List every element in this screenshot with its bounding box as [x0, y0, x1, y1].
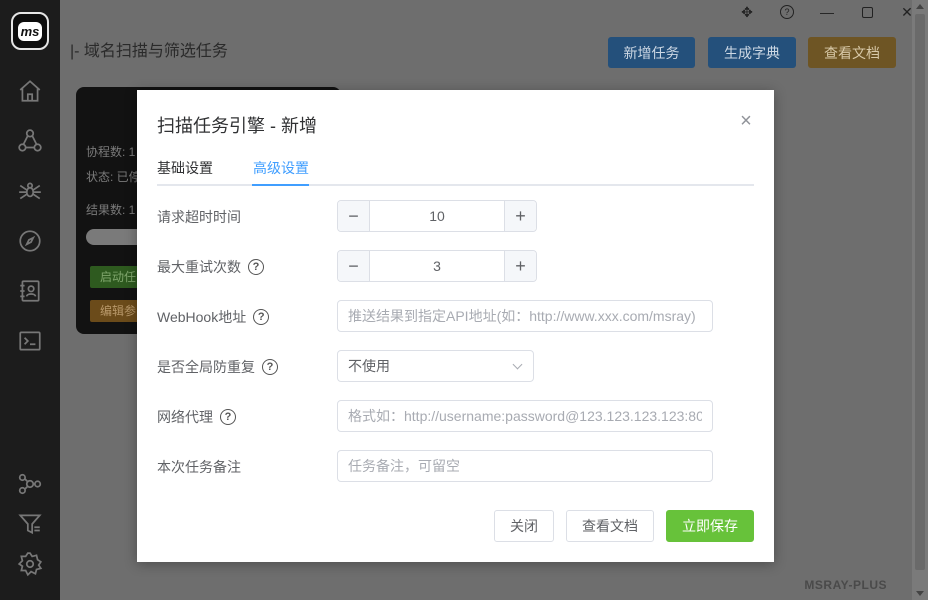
chevron-down-icon — [512, 359, 523, 370]
hub-icon[interactable] — [16, 470, 44, 498]
proxy-label-text: 网络代理 — [157, 409, 213, 425]
logo-text: ms — [17, 21, 43, 41]
webhook-label-text: WebHook地址 — [157, 309, 247, 325]
home-icon[interactable] — [16, 77, 44, 105]
page-title: |- 域名扫描与筛选任务 — [70, 43, 228, 60]
close-icon[interactable]: × — [737, 111, 755, 131]
generate-dict-button[interactable]: 生成字典 — [708, 37, 796, 68]
scrollbar[interactable] — [912, 0, 928, 600]
dialog-title: 扫描任务引擎 - 新增 — [157, 116, 317, 136]
dialog-tabs: 基础设置 高级设置 — [157, 154, 754, 186]
timeout-stepper: − 10 + — [337, 200, 537, 232]
dedupe-help-icon[interactable]: ? — [262, 359, 278, 375]
retries-label: 最大重试次数 ? — [157, 257, 264, 277]
app-logo: ms — [11, 12, 49, 50]
card-status: 状态: 已停 — [86, 170, 141, 184]
webhook-label: WebHook地址 ? — [157, 307, 270, 327]
terminal-icon[interactable] — [16, 327, 44, 355]
timeout-value[interactable]: 10 — [370, 201, 504, 231]
note-label-text: 本次任务备注 — [157, 459, 241, 475]
webhook-input[interactable] — [337, 300, 713, 332]
dedupe-selected-value: 不使用 — [348, 358, 390, 374]
spider-icon[interactable] — [16, 177, 44, 205]
dedupe-label-text: 是否全局防重复 — [157, 359, 255, 375]
compass-icon[interactable] — [16, 227, 44, 255]
tab-basic-settings[interactable]: 基础设置 — [157, 158, 213, 178]
timeout-increment-button[interactable]: + — [504, 201, 536, 231]
proxy-help-icon[interactable]: ? — [220, 409, 236, 425]
proxy-label: 网络代理 ? — [157, 407, 236, 427]
sidebar: ms — [0, 0, 60, 600]
retries-value[interactable]: 3 — [370, 251, 504, 281]
docs-button[interactable]: 查看文档 — [566, 510, 654, 542]
retries-stepper: − 3 + — [337, 250, 537, 282]
active-tab-indicator — [252, 184, 309, 186]
scroll-down-icon[interactable] — [916, 591, 924, 596]
scroll-thumb[interactable] — [915, 14, 925, 570]
tab-advanced-settings[interactable]: 高级设置 — [253, 158, 309, 178]
dedupe-select[interactable]: 不使用 — [337, 350, 534, 382]
close-window-icon[interactable]: ✕ — [897, 3, 912, 21]
dedupe-label: 是否全局防重复 ? — [157, 357, 278, 377]
filter-icon[interactable] — [16, 510, 44, 538]
retries-decrement-button[interactable]: − — [338, 251, 370, 281]
gear-icon[interactable] — [16, 550, 44, 578]
proxy-input[interactable] — [337, 400, 713, 432]
save-button[interactable]: 立即保存 — [666, 510, 754, 542]
timeout-label-text: 请求超时时间 — [157, 209, 241, 225]
retries-increment-button[interactable]: + — [504, 251, 536, 281]
card-coroutines: 协程数: 1 — [86, 145, 136, 159]
minimize-icon[interactable]: — — [817, 3, 837, 21]
contacts-icon[interactable] — [16, 277, 44, 305]
note-label: 本次任务备注 — [157, 457, 241, 477]
move-icon[interactable]: ✥ — [737, 3, 757, 21]
note-input[interactable] — [337, 450, 713, 482]
watermark: MSRAY-PLUS — [804, 578, 887, 592]
timeout-label: 请求超时时间 — [157, 207, 241, 227]
card-results: 结果数: 1 — [86, 203, 136, 217]
close-button[interactable]: 关闭 — [494, 510, 554, 542]
new-task-button[interactable]: 新增任务 — [608, 37, 695, 68]
help-icon[interactable]: ? — [777, 3, 797, 21]
timeout-decrement-button[interactable]: − — [338, 201, 370, 231]
maximize-icon[interactable] — [857, 3, 877, 21]
scroll-up-icon[interactable] — [916, 4, 924, 9]
retries-label-text: 最大重试次数 — [157, 259, 241, 275]
view-docs-button[interactable]: 查看文档 — [808, 37, 896, 68]
share-nodes-icon[interactable] — [16, 127, 44, 155]
retries-help-icon[interactable]: ? — [248, 259, 264, 275]
task-dialog: 扫描任务引擎 - 新增 × 基础设置 高级设置 请求超时时间 − 10 + 最大… — [137, 90, 774, 562]
webhook-help-icon[interactable]: ? — [253, 309, 270, 325]
